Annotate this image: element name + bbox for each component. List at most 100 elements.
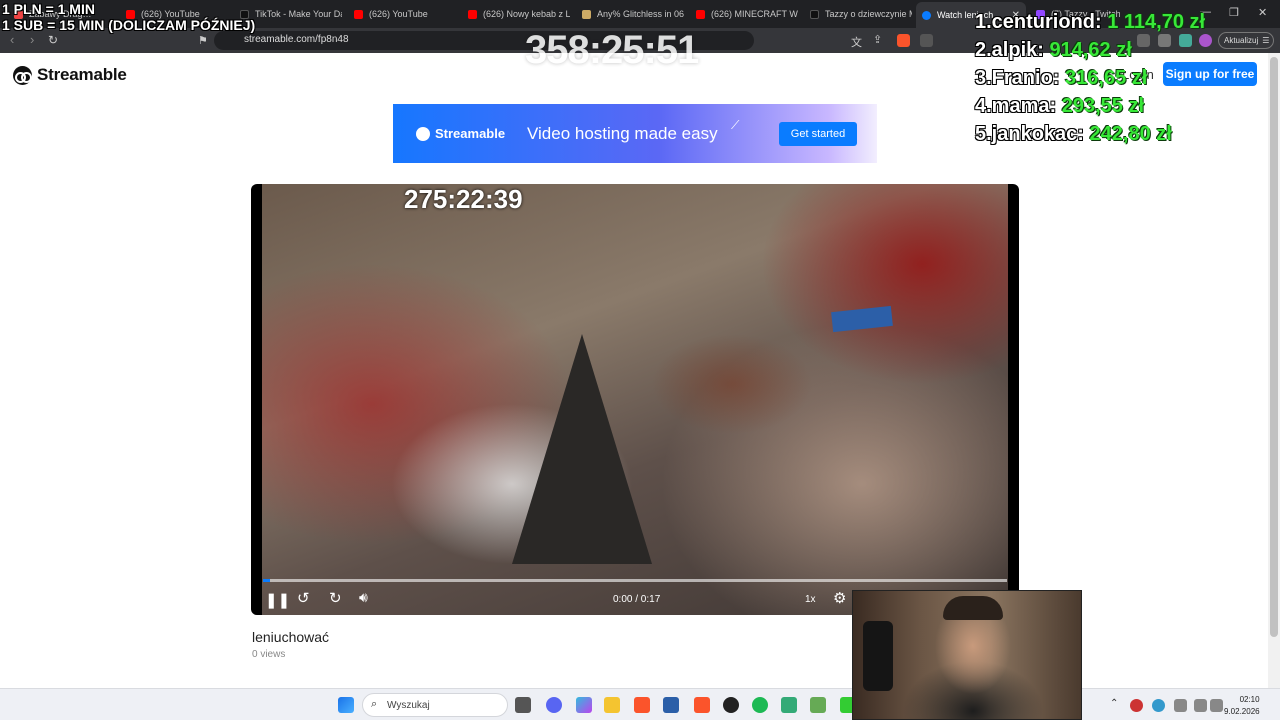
logo-text: Streamable: [37, 65, 127, 84]
donor-name: 3.Franio:: [975, 67, 1060, 89]
video-frame[interactable]: 275:22:39: [262, 184, 1008, 615]
tab-label: TikTok - Make Your Day: [255, 9, 342, 19]
video-progress-bar[interactable]: [263, 579, 1007, 582]
donor-name: 4.mama:: [975, 95, 1057, 117]
scrollbar-thumb[interactable]: [1270, 57, 1278, 637]
video-overlay-timer: 275:22:39: [404, 184, 523, 214]
donation-leaderboard: 1.centuriond: 1 114,70 zł 2.alpik: 914,6…: [975, 8, 1205, 148]
page-scrollbar[interactable]: [1268, 53, 1280, 688]
task-view-icon[interactable]: [515, 697, 531, 713]
tab-favicon-icon: [354, 9, 363, 19]
browser-tab[interactable]: (626) YouTube: [348, 4, 456, 24]
bookmark-icon[interactable]: ⚑: [198, 34, 208, 47]
rewards-icon[interactable]: [920, 34, 933, 47]
windows-taskbar: ⌕ Wyszukaj ⌃ 02:10 9.02.2026: [0, 688, 1280, 720]
discord-icon[interactable]: [546, 697, 562, 713]
tab-favicon-icon: [922, 10, 931, 20]
video-progress-fill: [263, 579, 271, 582]
playback-speed-button[interactable]: 1x: [805, 594, 816, 605]
brave-shield-icon[interactable]: [897, 34, 910, 47]
video-timecode: 0:00 / 0:17: [613, 594, 661, 605]
tab-label: Any% Glitchless in 06:4…: [597, 9, 684, 19]
tray-app-icon[interactable]: [1130, 699, 1143, 712]
video-content-object: [512, 334, 652, 564]
taskbar-search[interactable]: ⌕ Wyszukaj: [362, 693, 508, 717]
streamable-logo[interactable]: Streamable: [13, 65, 127, 85]
clock-time: 02:10: [1239, 695, 1260, 704]
tray-cloud-icon[interactable]: [1152, 699, 1165, 712]
taskbar-search-placeholder: Wyszukaj: [387, 700, 430, 711]
share-icon[interactable]: ⇪: [873, 33, 882, 46]
update-button[interactable]: Aktualizuj ☰: [1218, 32, 1274, 49]
tab-label: (626) YouTube: [369, 9, 428, 19]
tab-favicon-icon: [696, 9, 705, 19]
tray-overflow-icon[interactable]: ⌃: [1110, 698, 1118, 709]
rule-line: 1 PLN = 1 MIN: [2, 1, 95, 17]
rewind-icon[interactable]: ↺: [297, 589, 310, 607]
video-content-phone: [831, 305, 893, 333]
webcam-microphone: [863, 621, 893, 691]
microphone-icon[interactable]: [1174, 699, 1187, 712]
browser-tab[interactable]: Any% Glitchless in 06:4…: [576, 4, 684, 24]
clock-date: 9.02.2026: [1224, 707, 1260, 716]
reload-icon[interactable]: ↻: [48, 33, 58, 47]
volume-icon[interactable]: 🔊︎: [359, 589, 368, 606]
copilot-icon[interactable]: [576, 697, 592, 713]
start-menu-icon[interactable]: [338, 697, 354, 713]
banner-logo: Streamable: [416, 126, 505, 141]
browser-tab[interactable]: Tazzy o dziewczynie M…: [804, 4, 912, 24]
translate-icon[interactable]: 文: [851, 34, 862, 50]
update-label: Aktualizuj: [1224, 36, 1259, 45]
back-icon[interactable]: ‹: [10, 32, 14, 47]
get-started-button[interactable]: Get started: [779, 122, 857, 146]
app-icon[interactable]: [810, 697, 826, 713]
streamable-logo-icon: [13, 65, 32, 85]
spotify-icon[interactable]: [752, 697, 768, 713]
streamer-webcam: [852, 590, 1082, 720]
forward-icon[interactable]: ›: [30, 32, 34, 47]
menu-icon: ☰: [1262, 36, 1270, 45]
donor-name: 2.alpik:: [975, 39, 1044, 61]
rule-line: 1 SUB = 15 MIN (DOLICZAM PÓŹNIEJ): [2, 17, 256, 33]
brave-icon[interactable]: [634, 697, 650, 713]
leaderboard-row: 2.alpik: 914,62 zł: [975, 36, 1205, 64]
donor-amount: 293,55 zł: [1061, 95, 1145, 117]
tab-favicon-icon: [582, 9, 591, 19]
donor-name: 1.centuriond:: [975, 11, 1102, 33]
tab-label: Tazzy o dziewczynie M…: [825, 9, 912, 19]
streamable-logo-icon: [416, 126, 430, 141]
sparkle-icon: ⟋: [731, 118, 740, 132]
notepad-icon[interactable]: [781, 697, 797, 713]
stream-timer-overlay: 358:25:51: [525, 28, 699, 72]
browser-tab[interactable]: (626) Nowy kebab z Li…: [462, 4, 570, 24]
maximize-icon[interactable]: ❐: [1229, 6, 1239, 19]
pause-icon[interactable]: ❚❚: [265, 591, 290, 609]
forward-icon[interactable]: ↻: [329, 589, 342, 607]
close-window-icon[interactable]: ✕: [1258, 6, 1267, 19]
video-title: leniuchować: [252, 629, 330, 645]
webcam-person: [943, 596, 1003, 620]
brave-active-icon[interactable]: [694, 697, 710, 713]
store-icon[interactable]: [663, 697, 679, 713]
video-player[interactable]: 275:22:39 ❚❚ ↺ ↻ 🔊︎ 0:00 / 0:17 1x ⚙: [251, 184, 1019, 615]
browser-tab[interactable]: (626) MINECRAFT WO…: [690, 4, 798, 24]
donor-amount: 316,65 zł: [1065, 67, 1148, 89]
leaderboard-row: 3.Franio: 316,65 zł: [975, 64, 1205, 92]
ad-banner[interactable]: Streamable Video hosting made easy ⟋ Get…: [393, 104, 877, 163]
donor-name: 5.jankokac:: [975, 123, 1084, 145]
tab-favicon-icon: [810, 9, 819, 19]
tab-label: (626) Nowy kebab z Li…: [483, 9, 570, 19]
donor-amount: 1 114,70 zł: [1107, 11, 1206, 33]
url-text: streamable.com/fp8n48: [244, 34, 349, 45]
settings-gear-icon[interactable]: ⚙: [833, 589, 846, 607]
file-explorer-icon[interactable]: [604, 697, 620, 713]
network-icon[interactable]: [1194, 699, 1207, 712]
donor-amount: 242,80 zł: [1089, 123, 1172, 145]
system-clock[interactable]: 02:10 9.02.2026: [1224, 694, 1260, 718]
banner-brand: Streamable: [435, 126, 506, 141]
leaderboard-row: 1.centuriond: 1 114,70 zł: [975, 8, 1205, 36]
speaker-icon[interactable]: [1210, 699, 1223, 712]
video-views: 0 views: [252, 649, 286, 660]
banner-tagline: Video hosting made easy: [527, 124, 718, 143]
obs-icon[interactable]: [723, 697, 739, 713]
